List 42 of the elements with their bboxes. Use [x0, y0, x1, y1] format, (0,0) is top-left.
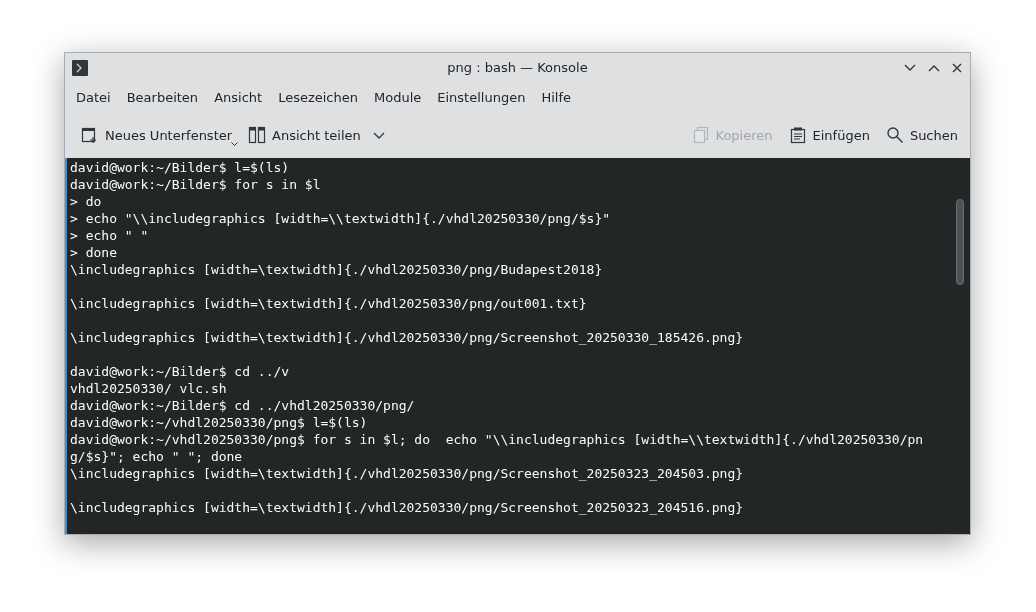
terminal-line: david@work:~/Bilder$ l=$(ls) [70, 159, 291, 176]
terminal-line: david@work:~/Bilder$ cd ../v [70, 363, 291, 380]
clipboard-icon [788, 126, 807, 144]
menu-item[interactable]: Ansicht [206, 89, 271, 105]
minimize-icon[interactable] [904, 63, 916, 72]
maximize-icon[interactable] [928, 63, 940, 72]
menu-item[interactable]: Hilfe [533, 89, 579, 105]
toolbar-button[interactable]: Neues Unterfenster [75, 122, 239, 148]
copy-icon [691, 126, 710, 144]
new-tab-icon [81, 126, 99, 144]
menu-item[interactable]: Datei [68, 89, 119, 105]
terminal-line: g/$s}"; echo " "; done [70, 448, 244, 465]
terminal-line: \includegraphics [width=\textwidth]{./vhdl20250330/png/Screenshot_20250330_185426.png} [70, 329, 745, 346]
terminal-line: david@work:~/Bilder$ for s in $l [70, 176, 322, 193]
terminal-area[interactable] [65, 158, 970, 534]
toolbar-button[interactable]: Einfügen [782, 122, 876, 148]
terminal-line: david@work:~/Bilder$ cd ../vhdl20250330/png/ [70, 397, 416, 414]
terminal-line: > echo " " [70, 227, 150, 244]
terminal-line: vhdl20250330/ vlc.sh [70, 380, 228, 397]
toolbar-button[interactable]: Suchen [879, 122, 964, 148]
scrollbar-thumb[interactable] [956, 199, 964, 285]
menu-item[interactable]: Lesezeichen [270, 89, 366, 105]
terminal-line: david@work:~/vhdl20250330/png$ l=$(ls) [70, 414, 369, 431]
toolbar-button[interactable]: Ansicht teilen [242, 122, 391, 148]
split-view-icon [248, 126, 267, 144]
menu-item[interactable]: Einstellungen [429, 89, 534, 105]
menu-item[interactable]: Module [366, 89, 430, 105]
menu-item[interactable]: Bearbeiten [118, 89, 207, 105]
terminal-icon [72, 59, 88, 76]
terminal-line: > done [70, 244, 118, 261]
terminal-line: > do [70, 193, 103, 210]
terminal-line: \includegraphics [width=\textwidth]{./vhdl20250330/png/Screenshot_20250323_204516.png} [70, 499, 745, 516]
close-icon[interactable] [952, 62, 962, 73]
search-icon [885, 126, 904, 144]
terminal-line: > echo "\\includegraphics [width=\\textwidth]{./vhdl20250330/png/$s}" [70, 210, 612, 227]
terminal-line: \includegraphics [width=\textwidth]{./vhdl20250330/png/Budapest2018} [70, 261, 604, 278]
terminal-line: david@work:~/vhdl20250330/png$ for s in $l; do echo "\\includegraphics [width=\\textwidth]{./vhdl20250330/pn [70, 431, 925, 448]
window-title: png : bash — Konsole [446, 60, 589, 75]
caret-icon [372, 131, 385, 139]
caret-icon [231, 142, 239, 146]
terminal-line: \includegraphics [width=\textwidth]{./vhdl20250330/png/Screenshot_20250323_204503.png} [70, 465, 745, 482]
terminal-line: \includegraphics [width=\textwidth]{./vhdl20250330/png/out001.txt} [70, 295, 588, 312]
